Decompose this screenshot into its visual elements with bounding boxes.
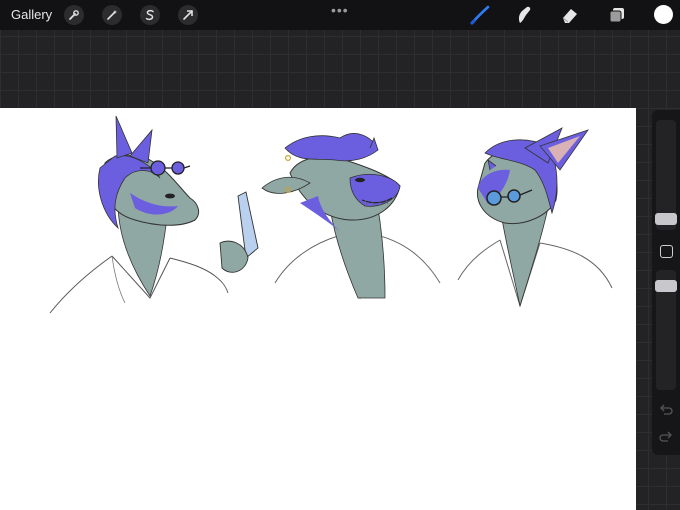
color-picker-button[interactable] [654, 5, 673, 24]
selection-s-icon [145, 9, 154, 21]
redo-icon [659, 431, 672, 442]
brush-tool-button[interactable] [468, 4, 492, 26]
undo-button[interactable] [658, 403, 674, 417]
artwork-illustration [49, 115, 613, 314]
modify-button[interactable] [660, 245, 673, 258]
transform-arrow-icon [183, 10, 193, 20]
transform-button[interactable] [178, 5, 198, 25]
eraser-icon [562, 9, 577, 23]
adjustments-button[interactable] [102, 5, 122, 25]
actions-button[interactable] [64, 5, 84, 25]
character-middle [261, 133, 441, 300]
brush-icon [470, 5, 490, 25]
redo-button[interactable] [658, 430, 674, 444]
undo-icon [660, 404, 673, 415]
selection-button[interactable] [140, 5, 160, 25]
smudge-tool-button[interactable] [512, 4, 536, 26]
gallery-button[interactable]: Gallery [11, 7, 52, 22]
opacity-handle[interactable] [655, 280, 677, 292]
eraser-tool-button[interactable] [558, 4, 582, 26]
top-toolbar: Gallery ••• [0, 0, 680, 30]
character-left [49, 115, 259, 314]
layers-button[interactable] [605, 4, 629, 26]
wrench-icon [69, 10, 79, 20]
drawing-canvas[interactable] [0, 108, 636, 510]
brush-size-handle[interactable] [655, 213, 677, 225]
layers-icon [609, 8, 624, 23]
more-menu-button[interactable]: ••• [331, 2, 349, 18]
smudge-icon [518, 6, 531, 24]
character-right [457, 127, 613, 308]
magic-wand-icon [107, 10, 117, 20]
brush-sidebar [652, 110, 680, 455]
